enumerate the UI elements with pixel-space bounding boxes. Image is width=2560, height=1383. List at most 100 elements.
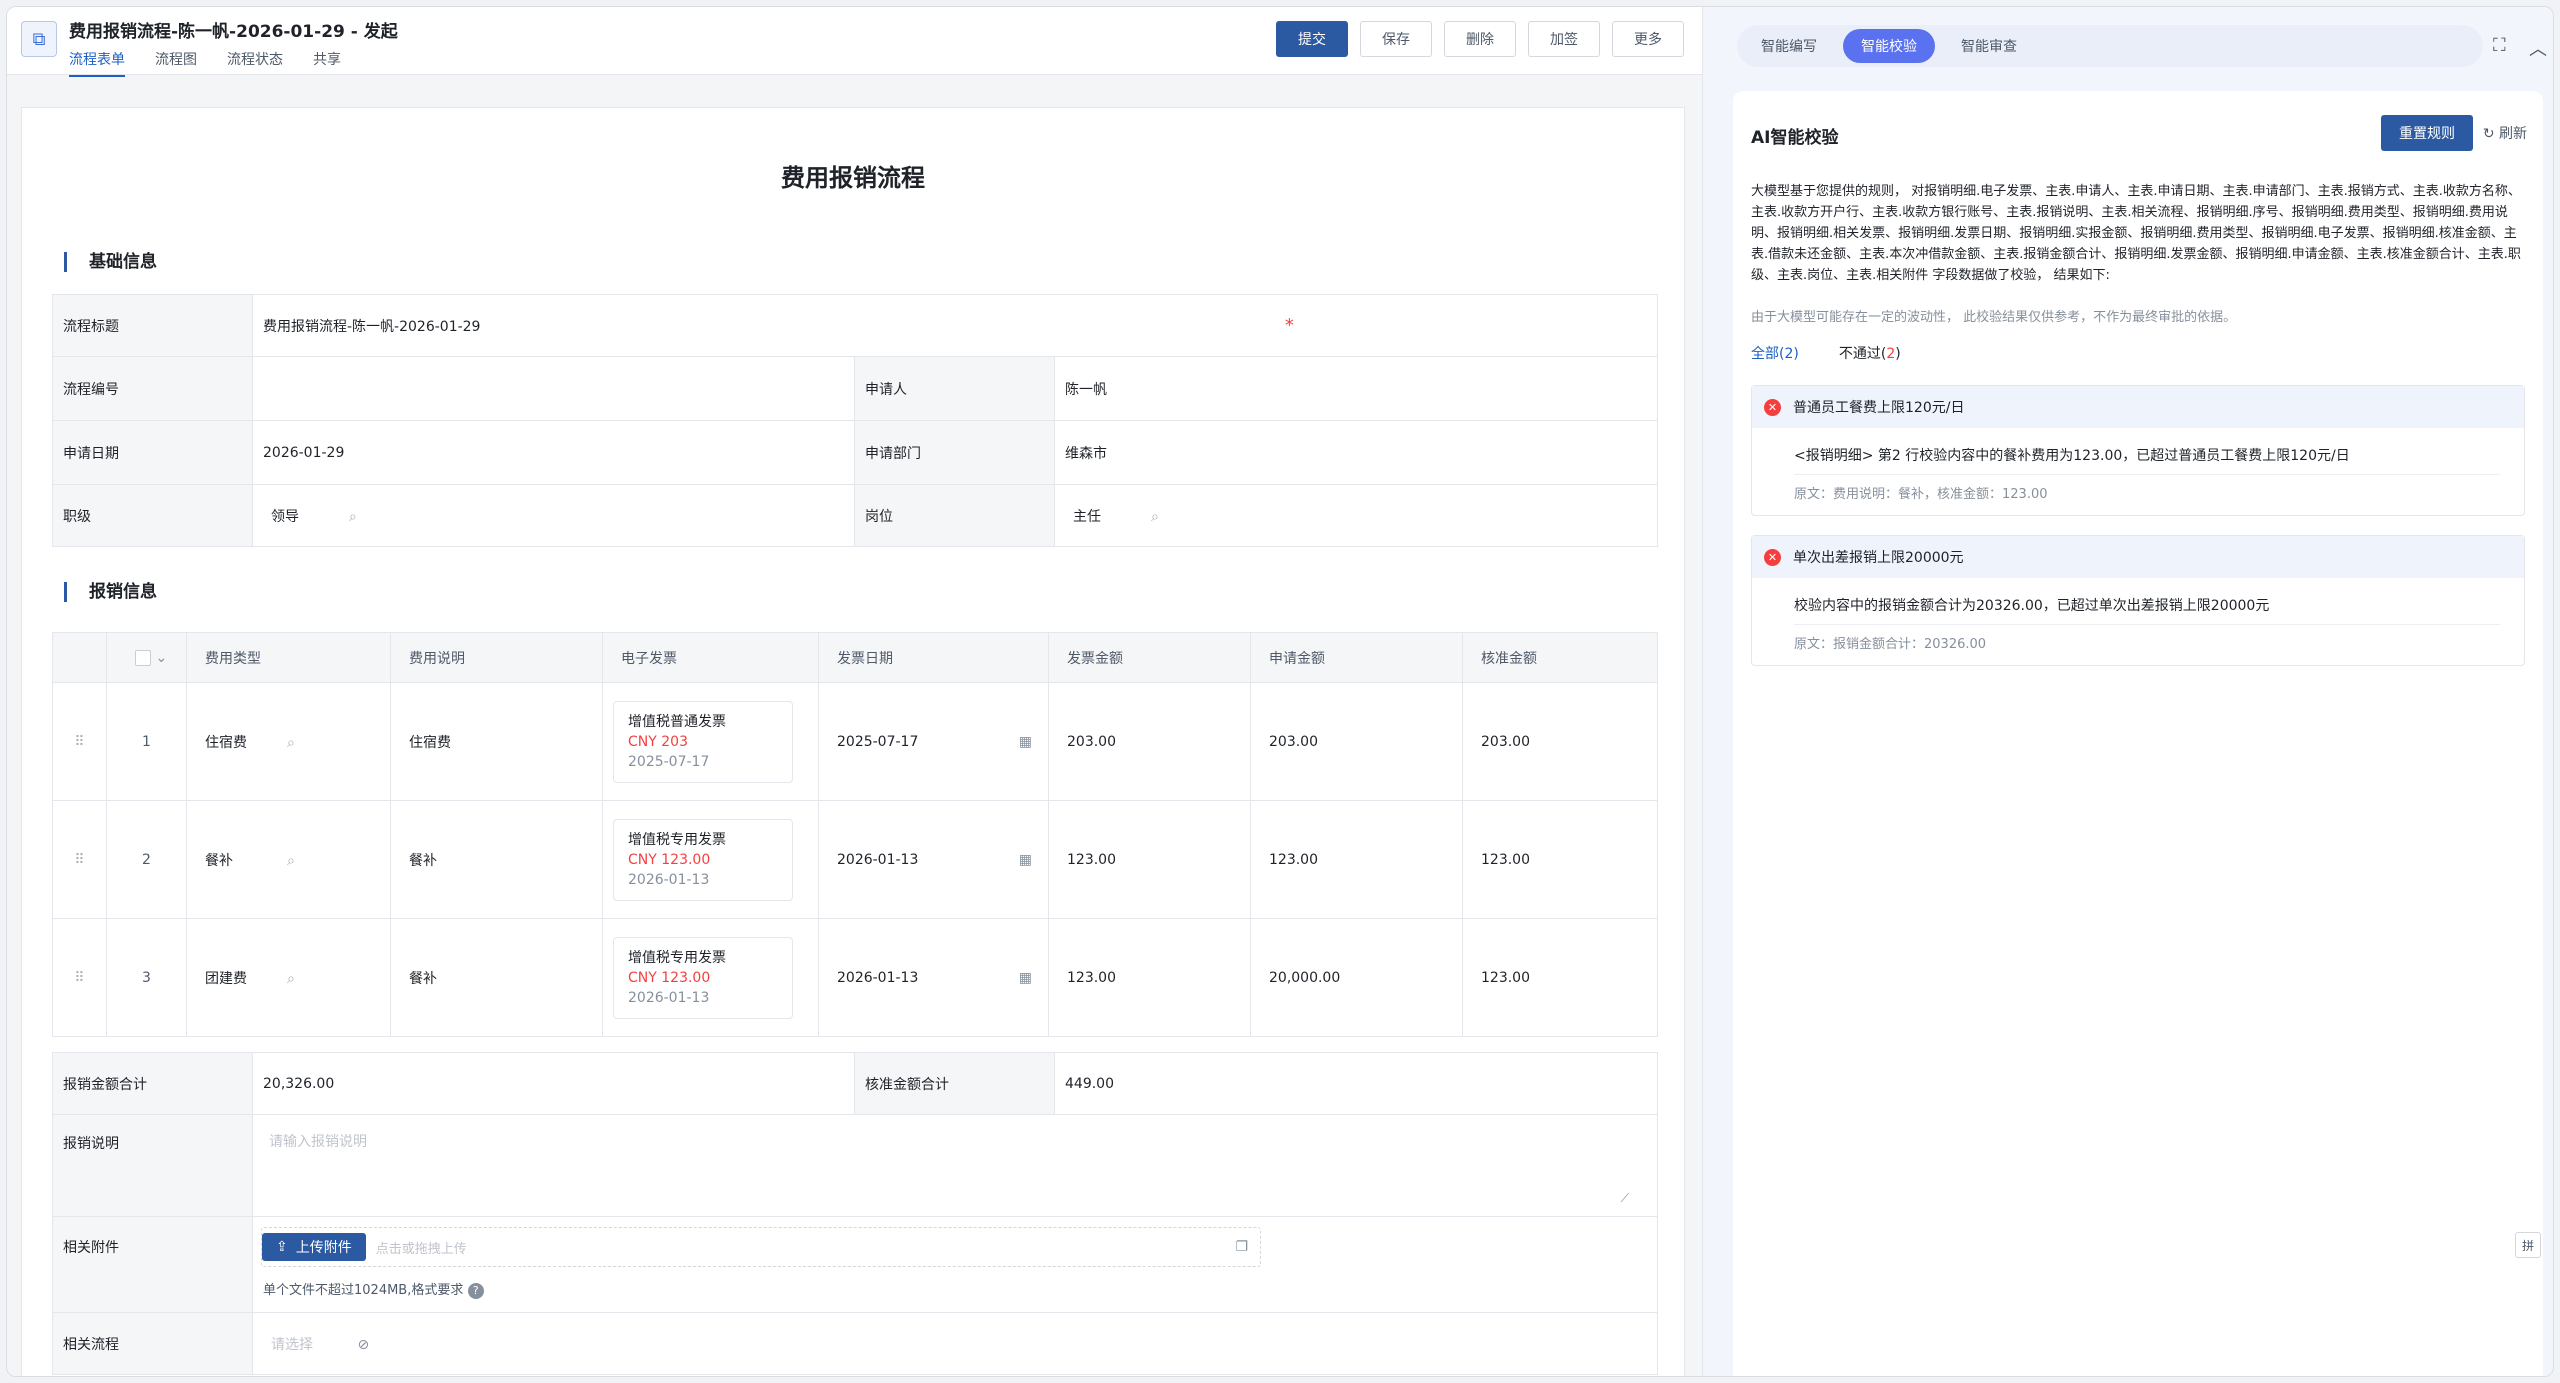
flow-title-label: 流程标题 — [52, 294, 253, 357]
refresh-button[interactable]: ↻ 刷新 — [2483, 123, 2527, 143]
search-icon[interactable]: ⌕ — [1151, 509, 1159, 525]
approved-amount-value[interactable]: 203.00 — [1462, 682, 1658, 801]
help-icon[interactable]: ? — [467, 1283, 484, 1299]
approved-sum-label: 核准金额合计 — [854, 1052, 1055, 1115]
col-apply-amount: 申请金额 — [1250, 632, 1463, 683]
invoice-card[interactable]: 增值税专用发票 CNY 123.00 2026-01-13 — [613, 936, 793, 1019]
search-icon[interactable]: ⌕ — [349, 509, 357, 525]
form-title: 费用报销流程 — [781, 164, 925, 192]
approved-amount-value[interactable]: 123.00 — [1462, 800, 1658, 919]
invoice-amount: CNY 203 — [628, 733, 688, 750]
filter-failed-suffix: ) — [1895, 346, 1901, 362]
col-expense-desc: 费用说明 — [390, 632, 603, 683]
rank-field[interactable]: 领导 ⌕ — [252, 484, 855, 547]
result-header: ✕ 普通员工餐费上限120元/日 — [1752, 386, 2524, 428]
section-basic-info: 基础信息 — [64, 252, 157, 272]
tab-flow-status[interactable]: 流程状态 — [227, 49, 283, 77]
reset-rules-button[interactable]: 重置规则 — [2381, 115, 2473, 151]
result-source: 原文：报销金额合计：20326.00 — [1794, 637, 1987, 652]
select-all-header[interactable]: ⌄ — [106, 632, 187, 683]
upload-placeholder: 点击或拖拽上传 — [375, 1241, 467, 1257]
invoice-date-field[interactable]: 2025-07-17 ▦ — [818, 682, 1049, 801]
flow-title-field[interactable]: 费用报销流程-陈一帆-2026-01-29 * — [252, 294, 1658, 357]
search-icon[interactable]: ⌕ — [287, 971, 295, 987]
apply-amount-value[interactable]: 123.00 — [1250, 800, 1463, 919]
collapse-up-icon[interactable]: ︿ — [2529, 35, 2547, 61]
tab-flow-chart[interactable]: 流程图 — [155, 49, 197, 77]
more-button[interactable]: 更多 — [1612, 21, 1684, 57]
tab-smart-review[interactable]: 智能审查 — [1943, 29, 2035, 63]
expense-desc: 餐补 — [390, 800, 603, 919]
search-icon[interactable]: ⌕ — [287, 735, 295, 751]
paste-icon[interactable]: ❐ — [1235, 1239, 1248, 1255]
tab-form[interactable]: 流程表单 — [69, 49, 125, 77]
form-card: 费用报销流程 基础信息 流程标题 费用报销流程-陈一帆-2026-01-29 *… — [21, 107, 1685, 1376]
tab-smart-write[interactable]: 智能编写 — [1743, 29, 1835, 63]
top-bar: ⧉ 费用报销流程-陈一帆-2026-01-29 - 发起 流程表单 流程图 流程… — [7, 7, 1702, 77]
invoice-amount: CNY 123.00 — [628, 969, 711, 986]
dept-value: 维森市 — [1054, 420, 1658, 485]
apply-amount-value[interactable]: 20,000.00 — [1250, 918, 1463, 1037]
e-invoice-cell: 增值税专用发票 CNY 123.00 2026-01-13 — [602, 800, 819, 919]
col-approved-amount: 核准金额 — [1462, 632, 1658, 683]
ai-tab-bar: 智能编写 智能校验 智能审查 — [1737, 25, 2483, 67]
expand-icon[interactable]: ⛶ — [2493, 35, 2506, 56]
e-invoice-cell: 增值税普通发票 CNY 203 2025-07-17 — [602, 682, 819, 801]
post-label: 岗位 — [854, 484, 1055, 547]
result-filter: 全部(2) 不通过(2) — [1751, 343, 1901, 363]
ime-toggle-button[interactable]: 拼 — [2515, 1232, 2541, 1258]
submit-button[interactable]: 提交 — [1276, 21, 1348, 57]
calendar-icon[interactable]: ▦ — [1019, 970, 1032, 986]
invoice-card[interactable]: 增值税专用发票 CNY 123.00 2026-01-13 — [613, 818, 793, 901]
sum-value: 20,326.00 — [252, 1052, 855, 1115]
filter-failed[interactable]: 不通过(2) — [1839, 343, 1901, 363]
apply-amount-value[interactable]: 203.00 — [1250, 682, 1463, 801]
resize-handle-icon[interactable]: ⟋ — [1621, 1191, 1629, 1206]
tab-share[interactable]: 共享 — [313, 49, 341, 77]
app-window: ⧉ 费用报销流程-陈一帆-2026-01-29 - 发起 流程表单 流程图 流程… — [6, 6, 2554, 1377]
calendar-icon[interactable]: ▦ — [1019, 852, 1032, 868]
invoice-amount-value: 123.00 — [1048, 918, 1251, 1037]
add-sign-button[interactable]: 加签 — [1528, 21, 1600, 57]
expense-type-field[interactable]: 住宿费 ⌕ — [186, 682, 391, 801]
result-source: 原文：费用说明：餐补，核准金额：123.00 — [1794, 487, 2048, 502]
search-icon[interactable]: ⌕ — [287, 853, 295, 869]
filter-all[interactable]: 全部(2) — [1751, 343, 1799, 363]
tab-bar: 流程表单 流程图 流程状态 共享 — [69, 49, 341, 77]
result-item: ✕ 普通员工餐费上限120元/日 <报销明细> 第2 行校验内容中的餐补费用为1… — [1751, 385, 2525, 516]
invoice-card[interactable]: 增值税普通发票 CNY 203 2025-07-17 — [613, 700, 793, 783]
expense-desc: 住宿费 — [390, 682, 603, 801]
col-invoice-amount: 发票金额 — [1048, 632, 1251, 683]
approved-amount-value[interactable]: 123.00 — [1462, 918, 1658, 1037]
upload-button-label: 上传附件 — [295, 1240, 352, 1256]
upload-dropzone[interactable]: ⇪ 上传附件 点击或拖拽上传 ❐ — [261, 1227, 1261, 1267]
result-item: ✕ 单次出差报销上限20000元 校验内容中的报销金额合计为20326.00，已… — [1751, 535, 2525, 666]
chevron-down-icon[interactable]: ⌄ — [155, 650, 167, 666]
save-button[interactable]: 保存 — [1360, 21, 1432, 57]
invoice-date-field[interactable]: 2026-01-13 ▦ — [818, 800, 1049, 919]
calendar-icon[interactable]: ▦ — [1019, 734, 1032, 750]
upload-button[interactable]: ⇪ 上传附件 — [262, 1233, 366, 1261]
link-icon[interactable]: ⊘ — [357, 1337, 369, 1353]
expense-type-field[interactable]: 团建费 ⌕ — [186, 918, 391, 1037]
drag-handle-icon[interactable]: ⠿ — [52, 800, 107, 919]
tab-smart-check[interactable]: 智能校验 — [1843, 29, 1935, 63]
expense-type-field[interactable]: 餐补 ⌕ — [186, 800, 391, 919]
action-bar: 提交 保存 删除 加签 更多 — [1276, 21, 1684, 57]
drag-handle-icon[interactable]: ⠿ — [52, 682, 107, 801]
delete-button[interactable]: 删除 — [1444, 21, 1516, 57]
result-title: 单次出差报销上限20000元 — [1793, 550, 1964, 566]
select-all-checkbox[interactable] — [135, 649, 151, 666]
note-textarea[interactable]: 请输入报销说明 ⟋ — [252, 1114, 1658, 1217]
related-field[interactable]: 请选择 ⊘ — [252, 1312, 1658, 1375]
invoice-date-field[interactable]: 2026-01-13 ▦ — [818, 918, 1049, 1037]
drag-handle-icon[interactable]: ⠿ — [52, 918, 107, 1037]
result-title: 普通员工餐费上限120元/日 — [1793, 400, 1965, 416]
post-field[interactable]: 主任 ⌕ — [1054, 484, 1658, 547]
invoice-name: 增值税专用发票 — [628, 831, 726, 848]
col-invoice-date: 发票日期 — [818, 632, 1049, 683]
drag-header — [52, 632, 107, 683]
invoice-date-value: 2026-01-13 — [837, 851, 919, 868]
invoice-date: 2025-07-17 — [628, 753, 710, 770]
flow-no-field[interactable] — [252, 356, 855, 421]
